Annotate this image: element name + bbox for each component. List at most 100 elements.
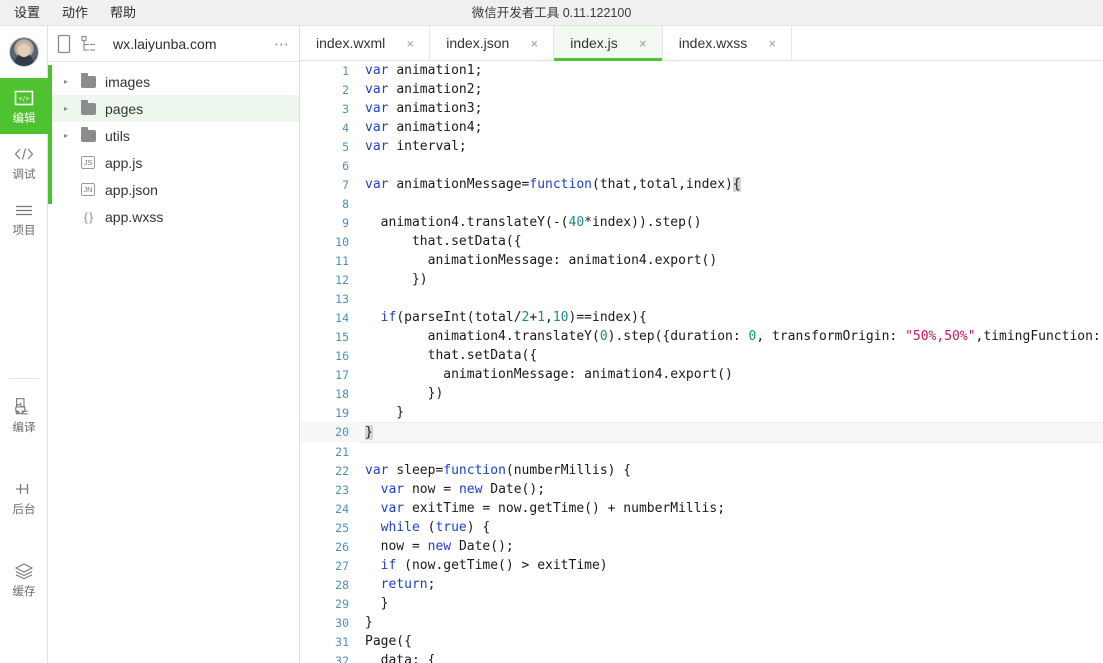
close-icon[interactable]: × [765,36,779,50]
editor-tab-index-json[interactable]: index.json × [430,26,555,60]
code-line-20[interactable]: 20} [300,421,1103,443]
line-number: 8 [342,196,349,211]
code-line-4[interactable]: 4 var animation4; [300,118,1103,137]
file-explorer-panel: wx.laiyunba.com ⋯ ▸ images ▸ pages ▸ utils JS a… [48,26,300,663]
code-line-content: var now = new Date(); [380,482,546,497]
code-line-10[interactable]: 10 that.setData({ [300,232,1103,251]
tree-item-pages[interactable]: ▸ pages [48,95,299,122]
phone-icon[interactable] [51,26,77,62]
tree-item-utils[interactable]: ▸ utils [48,122,299,149]
line-number: 16 [335,348,349,363]
rail-item-compile[interactable]: 编译 [0,387,48,443]
code-line-13[interactable]: 13 [300,289,1103,308]
line-number: 27 [335,558,349,573]
code-line-content: animation4.translateY(-(40*index)).step(… [365,215,702,230]
line-number: 11 [335,253,349,268]
code-line-2[interactable]: 2 var animation2; [300,80,1103,99]
file-tree-rows: ▸ images ▸ pages ▸ utils JS app.js JN app.json { }… [48,68,299,230]
editor-tab-index-js[interactable]: index.js × [554,26,663,61]
rail-item-edit[interactable]: </> 编辑 [0,78,48,134]
list-lines-icon [12,199,36,221]
code-line-14[interactable]: 14 if(parseInt(total/2+1,10)==index){ [300,308,1103,327]
code-line-24[interactable]: 24 var exitTime = now.getTime() + number… [300,499,1103,518]
avatar-container [0,26,47,78]
twisty-icon[interactable]: ▸ [64,68,78,95]
code-line-1[interactable]: 1 var animation1; [300,61,1103,80]
code-line-content: var sleep=function(numberMillis) { [365,463,632,478]
code-line-26[interactable]: 26 now = new Date(); [300,537,1103,556]
code-line-content: animationMessage: animation4.export() [365,253,718,268]
code-line-12[interactable]: 12 }) [300,270,1103,289]
tree-item-label: app.json [105,181,158,198]
code-line-content: var animation2; [365,82,483,97]
close-icon[interactable]: × [527,36,541,50]
line-number: 19 [335,405,349,420]
close-icon[interactable]: × [403,36,417,50]
rail-spacer-mid [0,443,47,469]
code-line-content: while (true) { [380,520,491,535]
code-line-19[interactable]: 19 } [300,403,1103,422]
code-line-30[interactable]: 30} [300,613,1103,632]
rail-label-compile: 编译 [12,422,36,434]
menu-item-0[interactable]: 设置 [14,0,40,26]
tree-item-app-wxss[interactable]: { } app.wxss [48,203,299,230]
code-line-31[interactable]: 31 Page({ [300,632,1103,651]
code-line-11[interactable]: 11 animationMessage: animation4.export() [300,251,1103,270]
code-line-22[interactable]: 22 var sleep=function(numberMillis) { [300,461,1103,480]
rail-item-project[interactable]: 项目 [0,190,48,246]
editor-tab-index-wxml[interactable]: index.wxml × [300,26,431,60]
code-line-27[interactable]: 27 if (now.getTime() > exitTime) [300,556,1103,575]
rail-label-edit: 编辑 [12,113,36,125]
code-line-content: } [365,596,389,611]
twisty-icon[interactable]: ▸ [64,95,78,122]
app-window: 设置 动作 帮助 微信开发者工具 0.11.122100 </> 编辑 调试 项… [0,0,1103,663]
user-avatar[interactable] [8,37,39,67]
line-number: 1 [342,63,349,78]
code-line-23[interactable]: 23 var now = new Date(); [300,480,1103,499]
code-line-content: if(parseInt(total/2+1,10)==index){ [380,310,647,325]
line-number: 14 [335,310,349,325]
line-number: 23 [335,482,349,497]
rail-item-background[interactable]: 后台 [0,469,48,525]
tree-item-app-json[interactable]: JN app.json [48,176,299,203]
close-icon[interactable]: × [636,36,650,50]
code-line-9[interactable]: 9 animation4.translateY(-(40*index)).ste… [300,213,1103,232]
code-line-content [361,289,1103,308]
tree-scroll-indicator[interactable] [48,65,52,204]
rail-spacer-upper [0,246,47,364]
code-line-32[interactable]: 32 data: { [300,651,1103,663]
line-number: 2 [342,82,349,97]
code-line-28[interactable]: 28 return; [300,575,1103,594]
code-line-3[interactable]: 3 var animation3; [300,99,1103,118]
line-number: 21 [335,444,349,459]
tree-item-images[interactable]: ▸ images [48,68,299,95]
build-refresh-icon [12,396,36,418]
menu-item-2[interactable]: 帮助 [110,0,136,26]
code-line-6[interactable]: 6 [300,156,1103,175]
more-options-button[interactable]: ⋯ [265,26,299,62]
rail-item-cache[interactable]: 缓存 [0,551,48,607]
tree-item-app-js[interactable]: JS app.js [48,149,299,176]
editor-tab-index-wxss[interactable]: index.wxss × [663,26,793,60]
code-line-5[interactable]: 5 var interval; [300,137,1103,156]
line-number: 26 [335,539,349,554]
line-number: 28 [335,577,349,592]
line-number: 31 [335,634,349,649]
code-line-18[interactable]: 18 }) [300,384,1103,403]
code-line-16[interactable]: 16 that.setData({ [300,346,1103,365]
code-line-21[interactable]: 21 [300,442,1103,461]
code-line-25[interactable]: 25 while (true) { [300,518,1103,537]
code-line-7[interactable]: 7 var animationMessage=function(that,tota… [300,175,1103,194]
code-line-15[interactable]: 15 animation4.translateY(0).step({durati… [300,327,1103,346]
code-line-17[interactable]: 17 animationMessage: animation4.export() [300,365,1103,384]
code-line-content: } [365,404,405,420]
menu-item-1[interactable]: 动作 [62,0,88,26]
code-line-8[interactable]: 8 [300,194,1103,213]
tree-item-label: utils [105,127,130,144]
code-line-content [361,194,1103,213]
code-viewport[interactable]: 1 var animation1; 2 var animation2; 3 var ani… [300,61,1103,663]
twisty-icon[interactable]: ▸ [64,122,78,149]
tree-structure-icon[interactable] [77,26,103,62]
rail-item-debug[interactable]: 调试 [0,134,48,190]
code-line-29[interactable]: 29 } [300,594,1103,613]
